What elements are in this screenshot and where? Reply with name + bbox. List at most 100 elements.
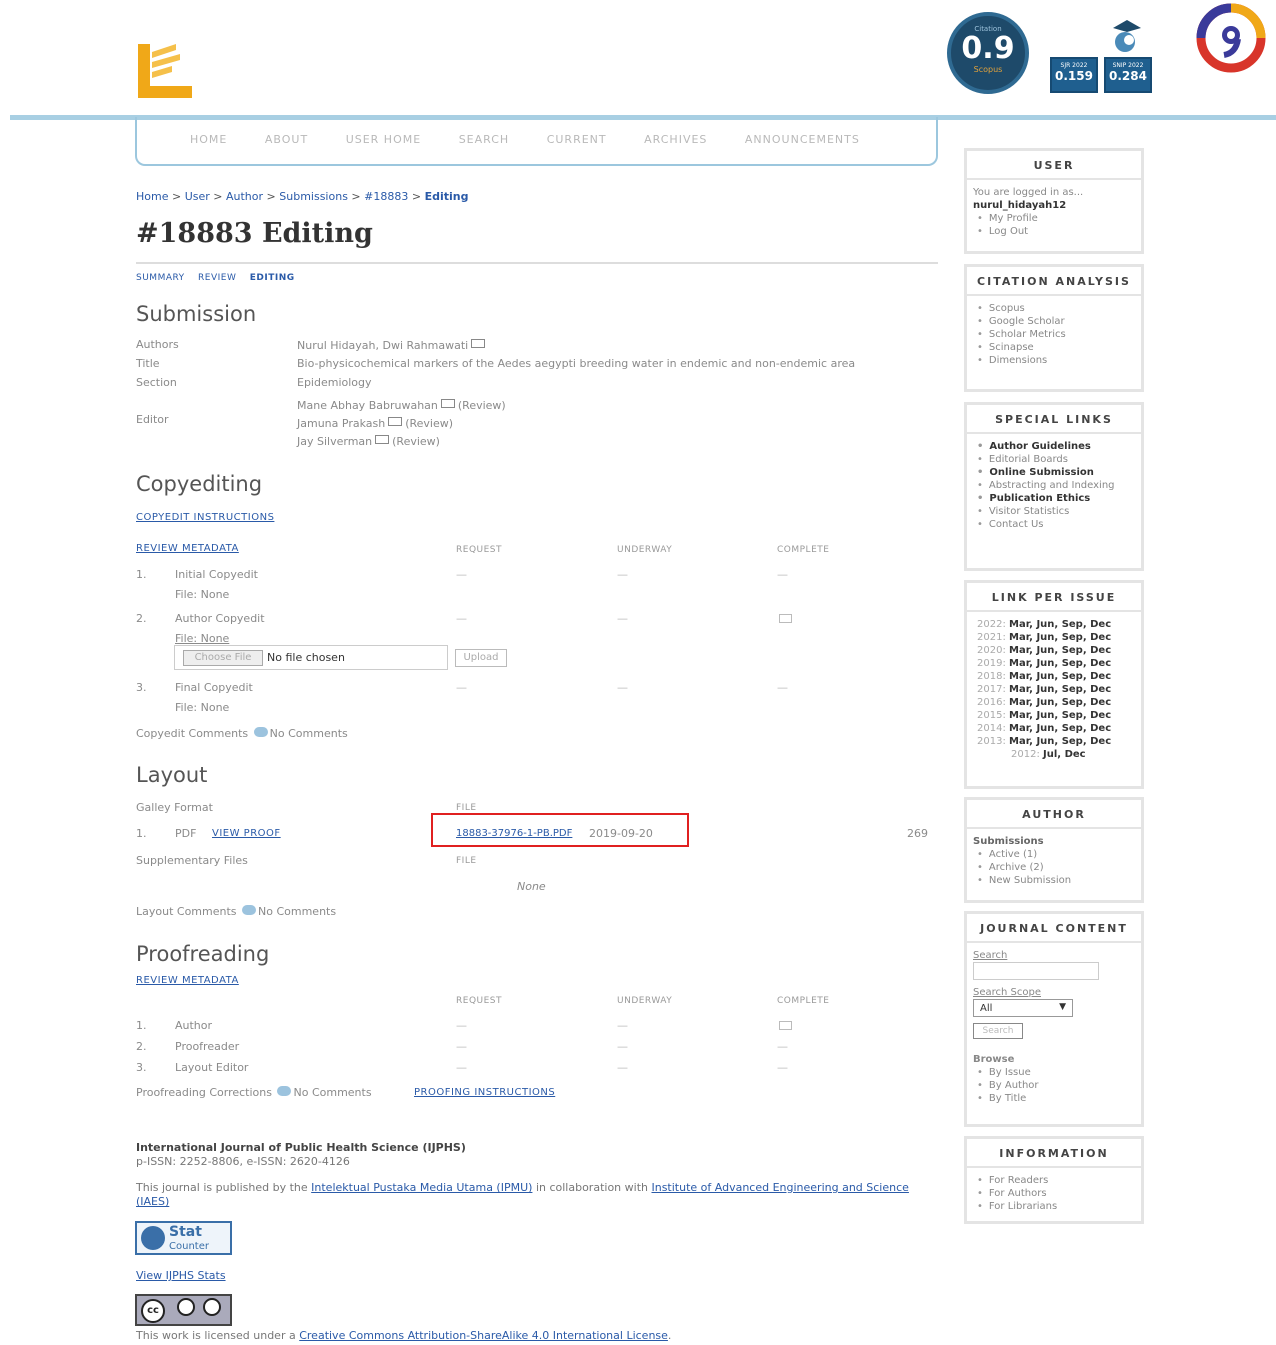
copyedit-step-name: Author Copyedit: [175, 612, 265, 625]
license-pre: This work is licensed under a: [136, 1329, 296, 1342]
issue-row[interactable]: 2013: Mar, Jun, Sep, Dec: [977, 735, 1135, 748]
issue-row[interactable]: 2020: Mar, Jun, Sep, Dec: [977, 644, 1135, 657]
browse-by-issue-link[interactable]: By Issue: [989, 1066, 1135, 1079]
scopus-citescore-badge[interactable]: Citation 0.9 Scopus: [947, 12, 1029, 94]
google-scholar-link[interactable]: Google Scholar: [989, 315, 1135, 328]
proof-review-metadata-link[interactable]: REVIEW METADATA: [136, 975, 239, 986]
scholar-metrics-link[interactable]: Scholar Metrics: [989, 328, 1135, 341]
issue-months[interactable]: Mar, Jun, Sep, Dec: [1009, 619, 1111, 630]
scinapse-link[interactable]: Scinapse: [989, 341, 1135, 354]
license-link[interactable]: Creative Commons Attribution-ShareAlike …: [299, 1329, 668, 1342]
search-input[interactable]: [973, 962, 1099, 980]
search-scope-select[interactable]: All ▼: [973, 999, 1073, 1017]
abstracting-indexing-link[interactable]: Abstracting and Indexing: [989, 479, 1135, 492]
for-authors-link[interactable]: For Authors: [989, 1187, 1135, 1200]
issue-row[interactable]: 2019: Mar, Jun, Sep, Dec: [977, 657, 1135, 670]
archive-submissions-link[interactable]: Archive (2): [989, 861, 1135, 874]
sinta-logo[interactable]: [1196, 3, 1266, 73]
author-guidelines-link[interactable]: Author Guidelines: [989, 440, 1135, 453]
dimensions-link[interactable]: Dimensions: [989, 354, 1135, 367]
log-out-link[interactable]: Log Out: [989, 225, 1135, 238]
sjr-label: SJR 2022: [1060, 62, 1088, 69]
issue-months[interactable]: Mar, Jun, Sep, Dec: [1009, 632, 1111, 643]
scopus-link[interactable]: Scopus: [989, 302, 1135, 315]
review-metadata-link[interactable]: REVIEW METADATA: [136, 543, 239, 554]
for-librarians-link[interactable]: For Librarians: [989, 1200, 1135, 1213]
row-number: 2.: [136, 612, 147, 625]
issue-row[interactable]: 2015: Mar, Jun, Sep, Dec: [977, 709, 1135, 722]
email-icon[interactable]: [440, 399, 455, 408]
issue-months[interactable]: Mar, Jun, Sep, Dec: [1009, 723, 1111, 734]
comment-icon[interactable]: [242, 905, 257, 915]
upload-button[interactable]: Upload: [455, 649, 507, 667]
view-proof-link[interactable]: VIEW PROOF: [212, 828, 281, 839]
issue-months[interactable]: Mar, Jun, Sep, Dec: [1009, 645, 1111, 656]
nav-user-home[interactable]: USER HOME: [346, 133, 422, 146]
issue-row[interactable]: 2016: Mar, Jun, Sep, Dec: [977, 696, 1135, 709]
choose-file-button[interactable]: Choose File: [183, 650, 263, 666]
issue-months[interactable]: Jul, Dec: [1043, 749, 1086, 760]
issue-months[interactable]: Mar, Jun, Sep, Dec: [1009, 697, 1111, 708]
issue-months[interactable]: Mar, Jun, Sep, Dec: [1009, 684, 1111, 695]
nav-home[interactable]: HOME: [190, 133, 227, 146]
email-icon[interactable]: [471, 339, 486, 348]
statcounter-stat: Stat: [169, 1224, 202, 1240]
tab-editing[interactable]: EDITING: [250, 273, 295, 283]
issue-row[interactable]: 2018: Mar, Jun, Sep, Dec: [977, 670, 1135, 683]
crumb-author[interactable]: Author: [226, 190, 263, 203]
nav-announcements[interactable]: ANNOUNCEMENTS: [745, 133, 860, 146]
sjr-badge[interactable]: SJR 2022 0.159: [1050, 57, 1098, 93]
nav-about[interactable]: ABOUT: [265, 133, 308, 146]
submissions-label: Submissions: [973, 836, 1044, 847]
publication-ethics-link[interactable]: Publication Ethics: [989, 492, 1135, 505]
publisher-link[interactable]: Intelektual Pustaka Media Utama (IPMU): [311, 1181, 532, 1194]
view-stats-link[interactable]: View IJPHS Stats: [136, 1269, 226, 1282]
proofing-instructions-link[interactable]: PROOFING INSTRUCTIONS: [414, 1087, 555, 1098]
snip-value: 0.284: [1109, 69, 1147, 83]
browse-by-title-link[interactable]: By Title: [989, 1092, 1135, 1105]
crumb-current[interactable]: Editing: [425, 190, 469, 203]
cc-license-badge[interactable]: cc: [135, 1294, 232, 1326]
email-icon[interactable]: [375, 435, 390, 444]
issue-months[interactable]: Mar, Jun, Sep, Dec: [1009, 658, 1111, 669]
new-submission-link[interactable]: New Submission: [989, 874, 1135, 887]
visitor-statistics-link[interactable]: Visitor Statistics: [989, 505, 1135, 518]
crumb-id[interactable]: #18883: [364, 190, 408, 203]
copyedit-instructions-link[interactable]: COPYEDIT INSTRUCTIONS: [136, 512, 274, 523]
editorial-boards-link[interactable]: Editorial Boards: [989, 453, 1135, 466]
issue-year: 2022: [977, 619, 1003, 630]
snip-badge[interactable]: SNIP 2022 0.284: [1104, 57, 1152, 93]
issue-row[interactable]: 2021: Mar, Jun, Sep, Dec: [977, 631, 1135, 644]
journal-logo[interactable]: [136, 42, 194, 100]
comment-icon[interactable]: [277, 1086, 292, 1096]
contact-us-link[interactable]: Contact Us: [989, 518, 1135, 531]
issue-row[interactable]: 2012: Jul, Dec: [977, 748, 1135, 761]
issue-row[interactable]: 2022: Mar, Jun, Sep, Dec: [977, 618, 1135, 631]
crumb-home[interactable]: Home: [136, 190, 168, 203]
email-icon[interactable]: [388, 417, 403, 426]
issue-months[interactable]: Mar, Jun, Sep, Dec: [1009, 736, 1111, 747]
search-button[interactable]: Search: [973, 1023, 1023, 1039]
nav-archives[interactable]: ARCHIVES: [644, 133, 707, 146]
for-readers-link[interactable]: For Readers: [989, 1174, 1135, 1187]
issue-row[interactable]: 2014: Mar, Jun, Sep, Dec: [977, 722, 1135, 735]
file-input: Choose File No file chosen: [174, 645, 448, 670]
nav-search[interactable]: SEARCH: [459, 133, 510, 146]
underway-dash: —: [617, 568, 628, 581]
nav-current[interactable]: CURRENT: [547, 133, 607, 146]
crumb-user[interactable]: User: [185, 190, 210, 203]
tab-review[interactable]: REVIEW: [198, 273, 236, 283]
comment-icon[interactable]: [253, 727, 268, 737]
crumb-submissions[interactable]: Submissions: [279, 190, 348, 203]
complete-envelope-icon[interactable]: [779, 1020, 792, 1033]
issue-row[interactable]: 2017: Mar, Jun, Sep, Dec: [977, 683, 1135, 696]
my-profile-link[interactable]: My Profile: [989, 212, 1135, 225]
tab-summary[interactable]: SUMMARY: [136, 273, 185, 283]
browse-by-author-link[interactable]: By Author: [989, 1079, 1135, 1092]
statcounter-badge[interactable]: Stat Counter: [135, 1221, 232, 1255]
issue-months[interactable]: Mar, Jun, Sep, Dec: [1009, 671, 1111, 682]
issue-months[interactable]: Mar, Jun, Sep, Dec: [1009, 710, 1111, 721]
online-submission-link[interactable]: Online Submission: [989, 466, 1135, 479]
active-submissions-link[interactable]: Active (1): [989, 848, 1135, 861]
complete-envelope-icon[interactable]: [779, 613, 792, 626]
